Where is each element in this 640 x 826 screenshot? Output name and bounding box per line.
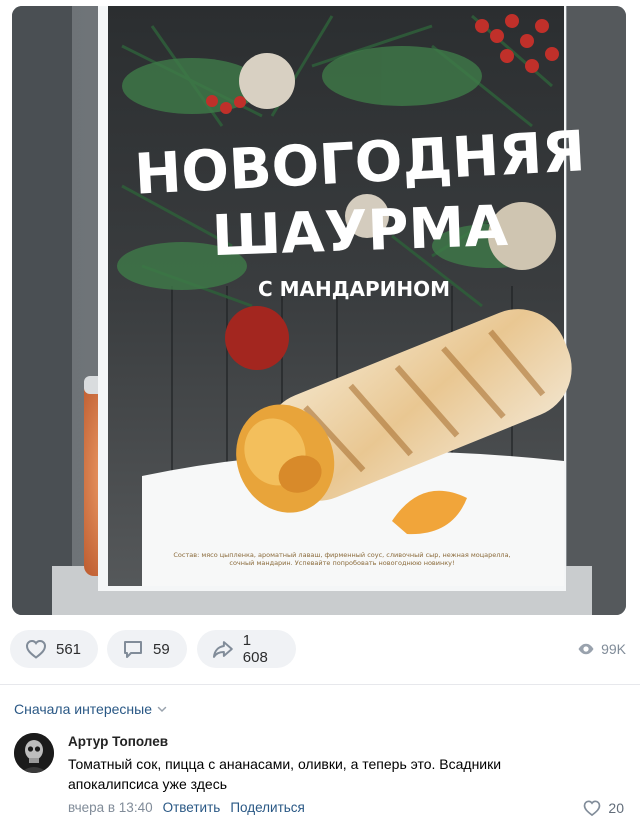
poster-title-line2: ШАУРМА [211, 194, 510, 269]
poster-fineprint-1: Состав: мясо цыпленка, ароматный лаваш, … [173, 551, 510, 559]
share-icon [212, 641, 233, 658]
poster-image: НОВОГОДНЯЯ ШАУРМА С МАНДАРИНОМ Состав: м… [12, 6, 626, 615]
heart-icon [584, 800, 601, 817]
comment-like-count: 20 [608, 800, 624, 816]
like-count: 561 [56, 640, 82, 658]
comment-button[interactable]: 59 [107, 630, 187, 668]
post-actions-bar: 561 59 1 608 99K [0, 628, 640, 670]
comment-icon [124, 641, 142, 658]
avatar[interactable] [14, 733, 54, 773]
share-count: 1 608 [242, 632, 268, 666]
chevron-down-icon [157, 706, 167, 713]
poster-subtitle: С МАНДАРИНОМ [258, 277, 450, 301]
share-button[interactable]: 1 608 [197, 630, 296, 668]
sort-label: Сначала интересные [14, 701, 152, 717]
eye-icon [578, 643, 594, 655]
comment-author[interactable]: Артур Тополев [68, 734, 168, 749]
comment-text: Томатный сок, пицца с ананасами, оливки,… [68, 756, 502, 792]
reply-link[interactable]: Ответить [163, 800, 221, 815]
poster-fineprint-2: сочный мандарин. Успевайте попробовать н… [229, 559, 454, 567]
comment-like-button[interactable]: 20 [582, 798, 624, 818]
comment-meta: вчера в 13:40 Ответить Поделиться [68, 800, 305, 815]
share-link[interactable]: Поделиться [230, 800, 305, 815]
views-count: 99K [601, 641, 626, 657]
like-button[interactable]: 561 [10, 630, 98, 668]
comment-time[interactable]: вчера в 13:40 [68, 800, 153, 815]
comment-item: Артур Тополев Томатный сок, пицца с анан… [12, 731, 632, 821]
views-counter: 99K [577, 640, 626, 658]
divider [0, 684, 640, 685]
post-photo[interactable]: НОВОГОДНЯЯ ШАУРМА С МАНДАРИНОМ Состав: м… [12, 6, 626, 615]
comments-sort-dropdown[interactable]: Сначала интересные [14, 701, 168, 717]
heart-icon [25, 639, 47, 659]
skull-avatar-icon [14, 733, 54, 773]
comment-count: 59 [153, 640, 170, 658]
